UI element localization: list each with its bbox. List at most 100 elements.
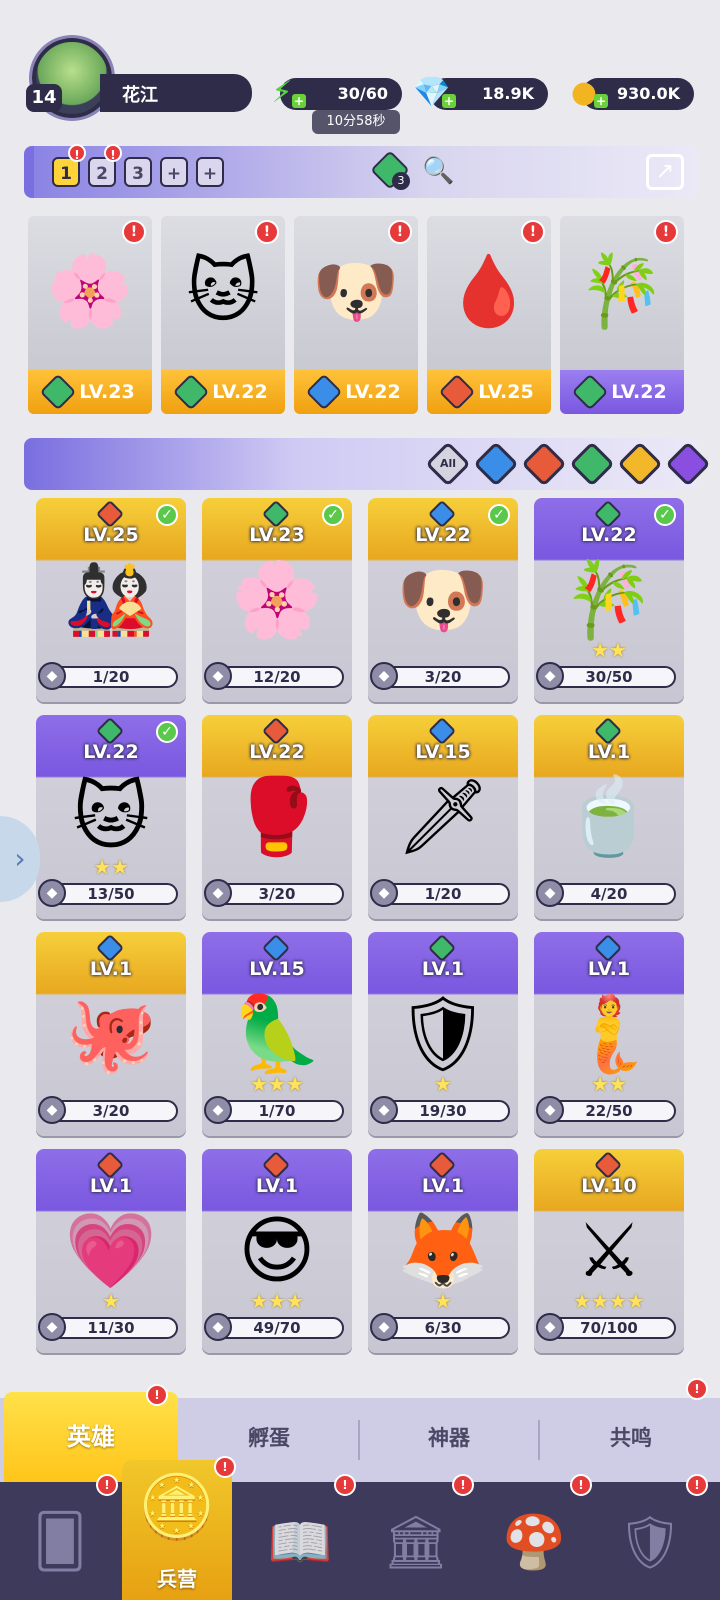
hero-card[interactable]: 🦊 LV.1 ★ 6/30 ◆ [368,1149,518,1353]
team-bonus-search-icon[interactable]: 🔍 [422,156,454,186]
hero-card[interactable]: 🦜 LV.15 ★★★ 1/70 ◆ [202,932,352,1136]
nav-mushroom-icon[interactable]: 🍄 [490,1498,578,1586]
hero-stars: ★ [102,1289,120,1313]
shard-icon: ◆ [204,1313,232,1341]
hero-level: LV.22 [83,741,139,763]
energy-value: 30/60 [337,84,388,103]
shard-icon: ◆ [204,1096,232,1124]
tab-heroes-alert: ! [146,1384,168,1406]
in-team-check-icon: ✓ [156,504,178,526]
team-hero-footer: LV.23 [28,370,152,414]
team-hero-card[interactable]: 🐱! LV.22 [161,216,285,414]
hero-card[interactable]: 🐱 LV.22 ✓ ★★ 13/50 ◆ [36,715,186,919]
tab-artifacts[interactable]: 神器 [428,1422,470,1452]
filter-water-icon[interactable] [473,441,519,487]
filter-fire-icon[interactable] [521,441,567,487]
hero-card[interactable]: 😎 LV.1 ★★★ 49/70 ◆ [202,1149,352,1353]
tab-resonance[interactable]: 共鸣 [610,1422,652,1452]
hero-card[interactable]: 🐶 LV.22 ✓ 3/20 ◆ [368,498,518,702]
hero-level: LV.10 [581,1175,637,1197]
shard-icon: ◆ [536,879,564,907]
hero-card[interactable]: ⚔ LV.10 ★★★★ 70/100 ◆ [534,1149,684,1353]
team-hero-card[interactable]: 🩸! LV.25 [427,216,551,414]
hero-level: LV.1 [89,958,133,980]
gold-counter[interactable]: ● + 930.0K [571,75,694,110]
shard-icon: ◆ [536,1313,564,1341]
nav-book-alert: ! [334,1474,356,1496]
hero-level: LV.23 [249,524,305,546]
tab-hatch[interactable]: 孵蛋 [248,1422,290,1452]
gold-plus-icon[interactable]: + [594,94,608,108]
shard-icon: ◆ [536,662,564,690]
hero-card[interactable]: 🌸 LV.23 ✓ 12/20 ◆ [202,498,352,702]
hero-card[interactable]: 🗡 LV.15 1/20 ◆ [368,715,518,919]
hero-card[interactable]: 🐙 LV.1 3/20 ◆ [36,932,186,1136]
hero-level: LV.1 [587,741,631,763]
hero-stars: ★ [434,1289,452,1313]
team-hero-level: LV.22 [611,381,667,403]
filter-wind-icon[interactable] [569,441,615,487]
team-bonus-count: 3 [392,172,410,190]
shard-icon: ◆ [38,879,66,907]
team-hero-level: LV.25 [478,381,534,403]
hero-level: LV.1 [421,1175,465,1197]
filter-dark-icon[interactable] [665,441,711,487]
nav-banner-icon[interactable]: 🛡 [606,1498,694,1586]
hero-card[interactable]: 🧜 LV.1 ★★ 22/50 ◆ [534,932,684,1136]
gem-value: 18.9K [482,84,534,103]
energy-timer: 10分58秒 [312,110,400,134]
team-selector-bar: 1 ! 2 ! 3 + + 3 🔍 ↗ [24,144,698,198]
side-expand-handle[interactable]: › [0,816,40,902]
team-hero-footer: LV.22 [161,370,285,414]
hero-card[interactable]: 🍵 LV.1 4/20 ◆ [534,715,684,919]
gem-counter[interactable]: 💎 + 18.9K [413,75,548,110]
hero-level: LV.1 [89,1175,133,1197]
share-icon[interactable]: ↗ [646,154,684,190]
team-slot-add-1[interactable]: + [160,157,188,187]
gem-plus-icon[interactable]: + [442,94,456,108]
hero-card[interactable]: 🎋 LV.22 ✓ ★★ 30/50 ◆ [534,498,684,702]
team-hero-card[interactable]: 🌸! LV.23 [28,216,152,414]
hero-card[interactable]: 🥊 LV.22 3/20 ◆ [202,715,352,919]
team-hero-alert: ! [521,220,545,244]
nav-banner-alert: ! [686,1474,708,1496]
team-hero-alert: ! [122,220,146,244]
hero-stars: ★★ [93,855,129,879]
hero-stars: ★★★ [250,1072,304,1096]
tab-divider [538,1420,540,1460]
filter-all[interactable]: All [425,441,471,487]
hero-level: LV.15 [415,741,471,763]
shard-icon: ◆ [370,1313,398,1341]
bottom-nav: 🂠 📖 🏛 🍄 🛡 ! ! ! ! ! [0,1474,720,1600]
team-hero-alert: ! [388,220,412,244]
team-slot-3[interactable]: 3 [124,157,152,187]
in-team-check-icon: ✓ [322,504,344,526]
hero-card[interactable]: 🛡 LV.1 ★ 19/30 ◆ [368,932,518,1136]
hero-card[interactable]: 💗 LV.1 ★ 11/30 ◆ [36,1149,186,1353]
energy-plus-icon[interactable]: + [292,94,306,108]
team-hero-alert: ! [654,220,678,244]
team-hero-level: LV.22 [212,381,268,403]
team-slot-add-2[interactable]: + [196,157,224,187]
nav-cards-icon[interactable]: 🂠 [16,1498,104,1586]
nav-castle-icon[interactable]: 🏛 [372,1498,460,1586]
wind-element-icon [571,373,609,411]
hero-card[interactable]: 🎎 LV.25 ✓ 1/20 ◆ [36,498,186,702]
team-hero-card[interactable]: 🎋! LV.22 [560,216,684,414]
hero-level: LV.15 [249,958,305,980]
player-name-bar[interactable]: 花江 [100,74,252,112]
shard-icon: ◆ [38,1313,66,1341]
nav-book-icon[interactable]: 📖 [256,1498,344,1586]
shard-icon: ◆ [204,879,232,907]
nav-barracks-label: 兵营 [157,1567,197,1591]
in-team-check-icon: ✓ [488,504,510,526]
team-hero-card[interactable]: 🐶! LV.22 [294,216,418,414]
nav-barracks[interactable]: 🪙 兵营 ! [122,1456,236,1600]
energy-counter[interactable]: ⚡ + 30/60 [271,75,402,110]
filter-light-icon[interactable] [617,441,663,487]
team-hero-footer: LV.22 [560,370,684,414]
player-name: 花江 [122,85,158,106]
hero-stars: ★★ [591,638,627,662]
nav-mushroom-alert: ! [570,1474,592,1496]
shard-icon: ◆ [204,662,232,690]
